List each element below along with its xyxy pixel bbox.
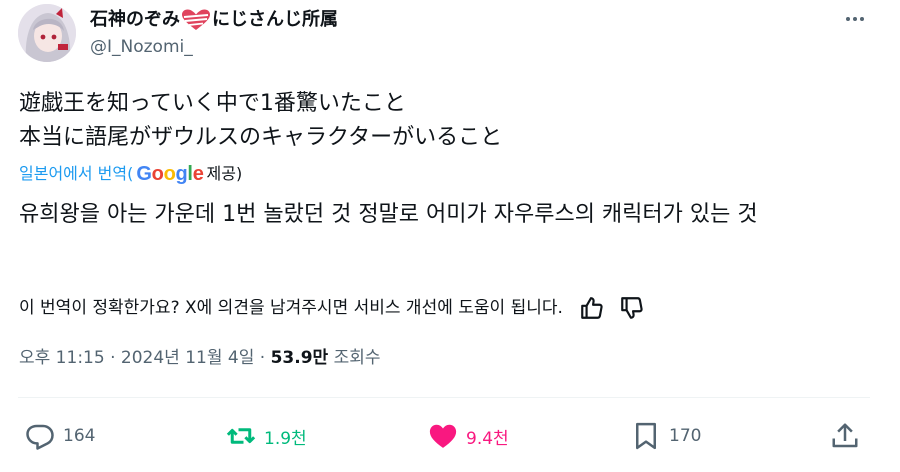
like-icon	[429, 424, 457, 448]
more-options-button[interactable]	[844, 8, 866, 30]
author-handle[interactable]: @I_Nozomi_	[90, 36, 338, 58]
tweet-author: 石神のぞみ にじさんじ所属 @I_Nozomi_	[90, 8, 338, 58]
tweet-text: 遊戯王を知っていく中で1番驚いたこと 本当に語尾がザウルスのキャラクターがいるこ…	[19, 87, 502, 155]
tweet-line: 本当に語尾がザウルスのキャラクターがいること	[19, 125, 503, 150]
retweet-icon	[226, 428, 256, 444]
thumbs-down-icon[interactable]	[619, 295, 645, 321]
share-button[interactable]	[830, 418, 860, 454]
display-name-suffix: にじさんじ所属	[212, 9, 338, 30]
meta-separator: ·	[104, 348, 121, 368]
translation-provider-suffix: 제공)	[206, 164, 243, 183]
heart-badge-icon	[181, 9, 211, 31]
translated-from-link[interactable]: 일본어에서 번역	[19, 160, 127, 188]
bookmark-button[interactable]: 170	[631, 418, 701, 454]
translation-attribution: 일본어에서 번역 ( Google 제공)	[19, 160, 242, 188]
translation-open-paren: (	[127, 164, 134, 183]
share-icon	[832, 423, 858, 448]
avatar-image	[18, 4, 76, 62]
meta-separator: ·	[254, 348, 271, 368]
more-icon	[846, 17, 864, 21]
tweet-meta: 오후 11:15 · 2024년 11월 4일 · 53.9만 조회수	[19, 344, 381, 372]
tweet-date[interactable]: 2024년 11월 4일	[121, 348, 254, 368]
translated-text: 유희왕을 아는 가운데 1번 놀랐던 것 정말로 어미가 자우루스의 캐릭터가 …	[19, 202, 758, 227]
divider	[18, 397, 870, 398]
views-count: 53.9만	[270, 348, 329, 368]
bookmark-count: 170	[669, 426, 702, 446]
google-logo: Google	[136, 163, 204, 185]
retweet-count: 1.9천	[264, 428, 307, 449]
retweet-button[interactable]: 1.9천	[226, 418, 307, 454]
avatar[interactable]	[18, 4, 76, 62]
translation-feedback: 이 번역이 정확한가요? X에 의견을 남겨주시면 서비스 개선에 도움이 됩니…	[19, 294, 645, 322]
display-name[interactable]: 石神のぞみ にじさんじ所属	[90, 8, 338, 32]
display-name-prefix: 石神のぞみ	[90, 9, 180, 30]
reply-icon	[26, 424, 54, 450]
views-label: 조회수	[328, 348, 381, 368]
action-bar: 164 1.9천 9.4천 170	[0, 418, 900, 454]
bookmark-icon	[636, 422, 656, 450]
like-button[interactable]: 9.4천	[428, 418, 509, 454]
tweet-time[interactable]: 오후 11:15	[19, 348, 105, 368]
like-count: 9.4천	[466, 428, 509, 449]
thumbs-up-icon[interactable]	[579, 295, 605, 321]
feedback-prompt: 이 번역이 정확한가요? X에 의견을 남겨주시면 서비스 개선에 도움이 됩니…	[19, 298, 563, 318]
tweet-line: 遊戯王を知っていく中で1番驚いたこと	[19, 91, 406, 116]
reply-button[interactable]: 164	[25, 418, 95, 454]
reply-count: 164	[63, 426, 96, 446]
